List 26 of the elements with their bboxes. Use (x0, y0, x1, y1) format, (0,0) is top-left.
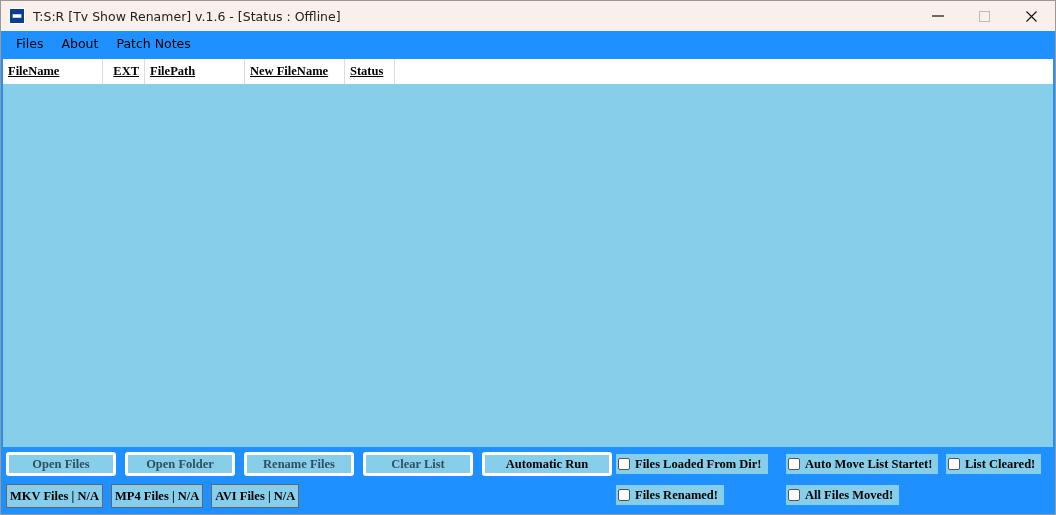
close-icon[interactable] (1025, 10, 1037, 22)
checkbox-label: Files Loaded From Dir! (635, 456, 762, 472)
menu-item[interactable]: Patch Notes (107, 32, 200, 54)
app-icon (9, 8, 25, 24)
checkbox[interactable] (788, 489, 800, 501)
file-count-label: AVI Files | N/A (211, 484, 300, 508)
checkbox[interactable] (618, 458, 630, 470)
checkbox[interactable] (948, 458, 960, 470)
checkbox-label: Files Renamed! (635, 487, 718, 503)
maximize-icon (978, 10, 990, 22)
checkbox-label: List Cleared! (965, 456, 1036, 472)
menu-item[interactable]: Files (7, 32, 53, 54)
column-header[interactable]: FilePath (145, 59, 245, 84)
menu-item[interactable]: About (52, 32, 108, 54)
file-count-label: MKV Files | N/A (6, 484, 103, 508)
checkbox[interactable] (788, 458, 800, 470)
column-header[interactable]: EXT (103, 59, 145, 84)
checkbox-label: All Files Moved! (805, 487, 894, 503)
window-title: T:S:R [Tv Show Renamer] v.1.6 - [Status : Offline] (33, 8, 342, 24)
checkbox[interactable] (618, 489, 630, 501)
column-header[interactable]: Status (345, 59, 395, 84)
checkbox-label: Auto Move List Startet! (805, 456, 933, 472)
action-button[interactable]: Automatic Run (482, 452, 612, 476)
file-count-label: MP4 Files | N/A (111, 484, 204, 508)
column-header[interactable]: FileName (3, 59, 103, 84)
column-header[interactable]: New FileName (245, 59, 345, 84)
